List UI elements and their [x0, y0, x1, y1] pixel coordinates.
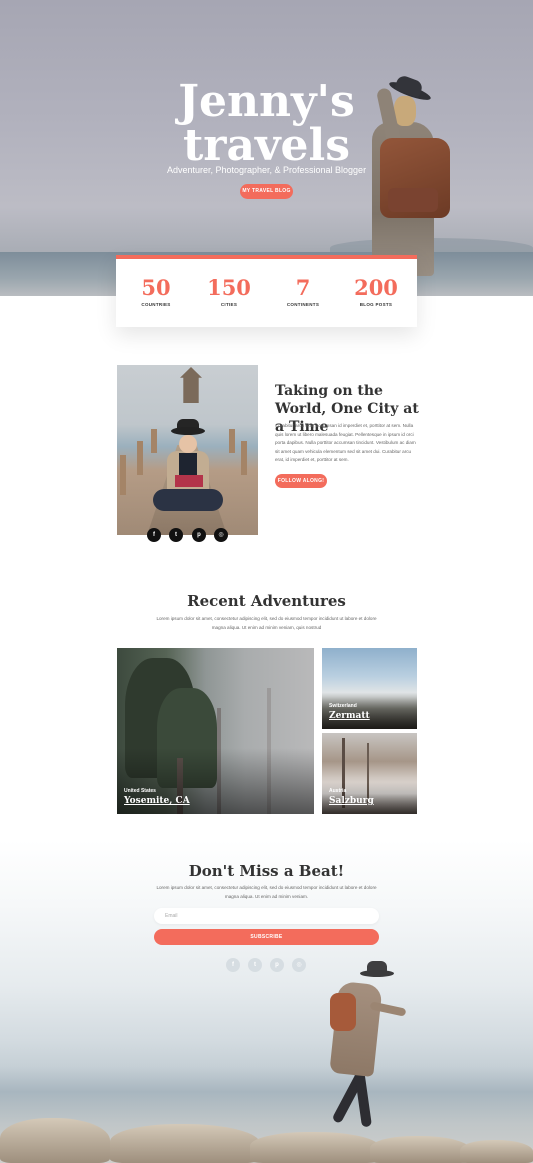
facebook-icon[interactable]: f — [226, 958, 240, 972]
twitter-icon[interactable]: t — [248, 958, 262, 972]
stat-continents: 7 CONTINENTS — [286, 275, 320, 308]
hero-subtitle: Adventurer, Photographer, & Professional… — [166, 165, 367, 175]
card-country: United States — [124, 788, 156, 794]
pinterest-icon[interactable]: p — [270, 958, 284, 972]
adventure-card-yosemite[interactable]: United States Yosemite, CA — [117, 648, 314, 814]
twitter-icon[interactable]: t — [169, 528, 183, 542]
subscribe-button[interactable]: SUBSCRIBE — [154, 929, 379, 945]
hero-title: Jenny's travels — [178, 76, 355, 171]
stats-card: 50 COUNTRIES 150 CITIES 7 CONTINENTS 200… — [116, 255, 417, 327]
travel-blog-button[interactable]: MY TRAVEL BLOG — [240, 184, 293, 199]
facebook-icon[interactable]: f — [147, 528, 161, 542]
adventures-title: Recent Adventures — [187, 592, 346, 610]
email-field[interactable]: Email — [154, 908, 379, 924]
card-city-link[interactable]: Yosemite, CA — [124, 796, 190, 806]
instagram-icon[interactable]: ◎ — [214, 528, 228, 542]
adventure-card-zermatt[interactable]: Switzerland Zermatt — [322, 648, 417, 729]
adventure-card-salzburg[interactable]: Austria Salzburg — [322, 733, 417, 814]
follow-along-button[interactable]: FOLLOW ALONG! — [275, 474, 327, 488]
hero-woman-image — [360, 74, 460, 278]
stat-blog-posts: 200 BLOG POSTS — [354, 275, 398, 308]
card-city-link[interactable]: Zermatt — [329, 711, 370, 721]
hero-banner: Jenny's travels Adventurer, Photographer… — [0, 0, 533, 296]
about-text: Curabitur arcu erat, accumsan id imperdi… — [275, 423, 416, 463]
card-city-link[interactable]: Salzburg — [329, 796, 374, 806]
pinterest-icon[interactable]: p — [192, 528, 206, 542]
newsletter-title: Don't Miss a Beat! — [188, 862, 345, 880]
card-country: Switzerland — [329, 703, 357, 709]
stat-countries: 50 COUNTRIES — [141, 275, 171, 308]
adventures-text: Lorem ipsum dolor sit amet, consectetur … — [156, 616, 377, 630]
stat-cities: 150 CITIES — [207, 275, 251, 308]
instagram-icon[interactable]: ◎ — [292, 958, 306, 972]
card-country: Austria — [329, 788, 347, 794]
about-photo — [117, 365, 258, 535]
rocks-foreground — [0, 1110, 533, 1163]
newsletter-text: Lorem ipsum dolor sit amet, consectetur … — [156, 885, 377, 899]
